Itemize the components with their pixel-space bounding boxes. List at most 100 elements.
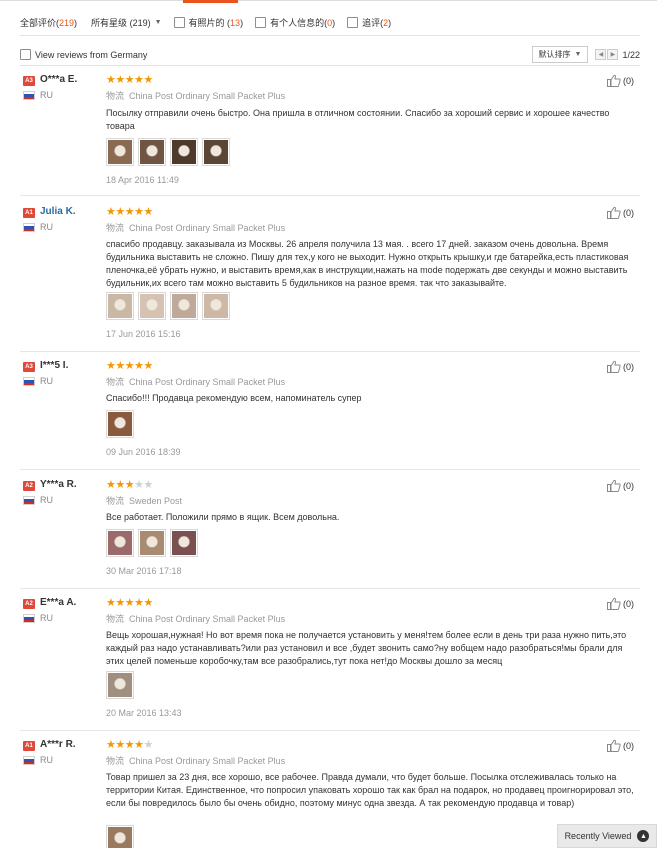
star-filled-icon: ★: [106, 360, 116, 372]
review-photo-thumbnail[interactable]: [106, 410, 134, 438]
review-photo-thumbnail[interactable]: [170, 529, 198, 557]
thumbs-up-icon: [607, 74, 621, 87]
review-text: Посылку отправили очень быстро. Она приш…: [106, 108, 610, 131]
shipping-info: 物流 China Post Ordinary Small Packet Plus: [106, 89, 285, 102]
review-photo-thumbnail[interactable]: [170, 138, 198, 166]
helpful-button[interactable]: (0): [607, 206, 634, 219]
prev-page-button[interactable]: ◀: [595, 49, 607, 60]
star-rating: ★★★★★: [106, 360, 153, 372]
review-photo-thumbnail[interactable]: [106, 529, 134, 557]
review-item: A2 Y***a R. RU ★★★★★ 物流 Sweden Post Все работа…: [20, 479, 640, 589]
star-filled-icon: ★: [106, 206, 116, 218]
buyer-level-badge: A3: [23, 76, 35, 86]
helpful-button[interactable]: (0): [607, 479, 634, 492]
sort-label: 默认排序: [538, 50, 571, 59]
reviewer-country: RU: [40, 222, 53, 232]
recently-viewed-button[interactable]: Recently Viewed ▲: [557, 824, 657, 848]
review-photos: [106, 671, 138, 699]
review-photo-thumbnail[interactable]: [106, 671, 134, 699]
star-filled-icon: ★: [106, 479, 116, 491]
helpful-count: (0): [623, 480, 634, 491]
review-photos: [106, 410, 138, 438]
filter-star-rating-dropdown[interactable]: 所有星级 (219) ▼: [91, 16, 161, 29]
buyer-level-badge: A2: [23, 481, 35, 491]
filter-with-photos[interactable]: 有照片的 (13): [173, 16, 243, 29]
shipping-info: 物流 Sweden Post: [106, 494, 182, 507]
shipping-method: Sweden Post: [129, 496, 183, 506]
helpful-button[interactable]: (0): [607, 739, 634, 752]
filter-all-reviews[interactable]: 全部评价(219): [20, 16, 77, 29]
next-page-button[interactable]: ▶: [607, 49, 619, 60]
thumbs-up-icon: [607, 597, 621, 610]
reviewer-name[interactable]: Julia K.: [40, 206, 76, 217]
helpful-button[interactable]: (0): [607, 597, 634, 610]
review-photo-thumbnail[interactable]: [138, 529, 166, 557]
star-filled-icon: ★: [115, 479, 125, 491]
review-photo-thumbnail[interactable]: [106, 825, 134, 848]
review-photo-thumbnail[interactable]: [138, 138, 166, 166]
helpful-button[interactable]: (0): [607, 360, 634, 373]
review-photo-thumbnail[interactable]: [170, 292, 198, 320]
review-item: A3 O***a E. RU ★★★★★ 物流 China Post Ordinary S…: [20, 74, 640, 196]
shipping-method: China Post Ordinary Small Packet Plus: [129, 223, 286, 233]
review-photos: [106, 529, 202, 557]
star-filled-icon: ★: [124, 360, 135, 372]
reviewer-name: I***5 I.: [40, 360, 69, 371]
star-filled-icon: ★: [124, 597, 135, 609]
review-date: 30 Mar 2016 17:18: [106, 566, 182, 576]
review-photo-thumbnail[interactable]: [202, 138, 230, 166]
star-filled-icon: ★: [134, 74, 144, 86]
review-photo-thumbnail[interactable]: [138, 292, 166, 320]
review-photo-thumbnail[interactable]: [106, 292, 134, 320]
filter-additional-comments[interactable]: 追评(2): [347, 16, 391, 29]
review-photos: [106, 292, 234, 320]
sort-dropdown[interactable]: 默认排序 ▼: [531, 46, 589, 63]
star-filled-icon: ★: [115, 206, 125, 218]
helpful-count: (0): [623, 598, 634, 609]
review-date: 18 Apr 2016 11:49: [106, 175, 179, 185]
helpful-button[interactable]: (0): [607, 74, 634, 87]
star-filled-icon: ★: [115, 739, 125, 751]
thumbs-up-icon: [607, 360, 621, 373]
star-filled-icon: ★: [115, 74, 125, 86]
star-filled-icon: ★: [115, 597, 125, 609]
view-country-checkbox[interactable]: [20, 49, 31, 60]
review-item: A3 I***5 I. RU ★★★★★ 物流 China Post Ordinary S…: [20, 360, 640, 470]
buyer-level-badge: A1: [23, 208, 35, 218]
star-rating: ★★★★★: [106, 597, 153, 609]
filter-personal-info[interactable]: 有个人信息的(0): [255, 16, 335, 29]
reviewer-name: A***r R.: [40, 739, 76, 750]
review-text: Вещь хорошая,нужная! Но вот время пока н…: [106, 630, 627, 666]
star-filled-icon: ★: [143, 74, 154, 86]
country-flag-icon: [23, 756, 35, 765]
star-filled-icon: ★: [124, 479, 135, 491]
country-flag-icon: [23, 223, 35, 232]
country-flag-icon: [23, 377, 35, 386]
star-filled-icon: ★: [106, 739, 116, 751]
review-photo-thumbnail[interactable]: [106, 138, 134, 166]
filter-photos-label: 有照片的: [188, 18, 225, 28]
comments-checkbox[interactable]: [347, 17, 359, 28]
thumbs-up-icon: [607, 479, 621, 492]
divider: [0, 0, 183, 1]
review-photo-thumbnail[interactable]: [202, 292, 230, 320]
reviewer-name: Y***a R.: [40, 479, 77, 490]
filter-all-label: 全部评价: [20, 18, 57, 28]
reviewer-name: E***a A.: [40, 597, 77, 608]
view-country-option[interactable]: View reviews from Germany: [20, 49, 147, 60]
review-date: 20 Mar 2016 13:43: [106, 708, 182, 718]
star-rating: ★★★★★: [106, 479, 153, 491]
star-filled-icon: ★: [134, 739, 144, 751]
thumbs-up-icon: [607, 739, 621, 752]
review-text: Спасибо!!! Продавца рекомендую всем, нап…: [106, 393, 362, 403]
chevron-down-icon: ▼: [574, 51, 582, 58]
review-text: Все работает. Положили прямо в ящик. Все…: [106, 512, 340, 522]
view-country-label: View reviews from Germany: [35, 49, 148, 60]
helpful-count: (0): [623, 740, 634, 751]
tab-underline-strip: [0, 0, 657, 4]
photos-checkbox[interactable]: [173, 17, 185, 28]
personal-info-checkbox[interactable]: [255, 17, 267, 28]
recently-viewed-label: Recently Viewed: [564, 831, 632, 841]
shipping-label: 物流: [106, 377, 125, 387]
shipping-info: 物流 China Post Ordinary Small Packet Plus: [106, 612, 285, 625]
